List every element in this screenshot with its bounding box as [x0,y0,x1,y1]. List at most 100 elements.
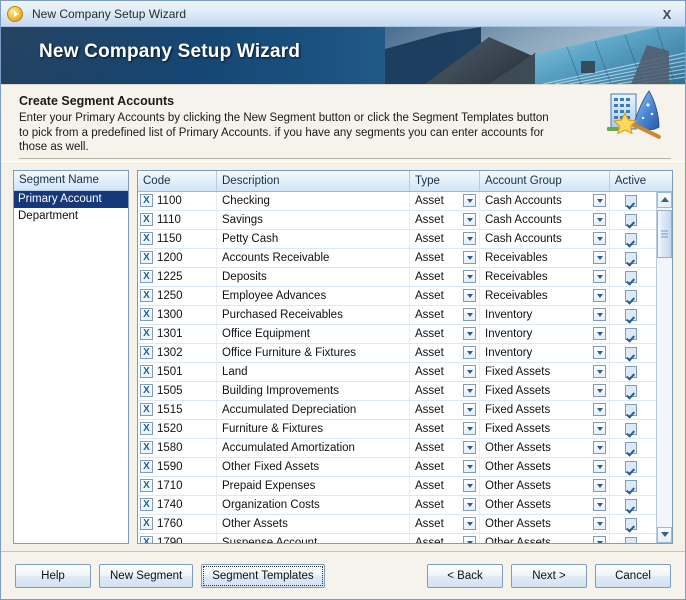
cell-description[interactable]: Purchased Receivables [217,305,410,324]
column-header-account-group[interactable]: Account Group [480,170,610,191]
cell-description[interactable]: Furniture & Fixtures [217,419,410,438]
active-checkbox[interactable] [624,441,637,454]
delete-row-icon[interactable]: X [140,441,153,454]
cell-description[interactable]: Checking [217,191,410,210]
grid-vertical-scrollbar[interactable] [656,191,672,543]
delete-row-icon[interactable]: X [140,536,153,543]
next-button[interactable]: Next > [511,563,587,588]
chevron-down-icon[interactable] [463,498,476,511]
chevron-down-icon[interactable] [463,403,476,416]
chevron-down-icon[interactable] [593,270,606,283]
active-checkbox[interactable] [624,403,637,416]
scrollbar-track[interactable] [657,208,672,527]
active-checkbox[interactable] [624,384,637,397]
chevron-down-icon[interactable] [593,232,606,245]
chevron-down-icon[interactable] [593,289,606,302]
new-segment-button[interactable]: New Segment [99,563,194,588]
column-header-description[interactable]: Description [217,170,410,191]
segment-list-item[interactable]: Department [14,208,128,225]
active-checkbox[interactable] [624,251,637,264]
cell-description[interactable]: Accumulated Amortization [217,438,410,457]
table-row[interactable]: X 1301 Office Equipment Asset Inventory [138,324,656,344]
scroll-up-icon[interactable] [657,191,672,208]
delete-row-icon[interactable]: X [140,460,153,473]
delete-row-icon[interactable]: X [140,251,153,264]
table-row[interactable]: X 1110 Savings Asset Cash Accounts [138,210,656,230]
delete-row-icon[interactable]: X [140,479,153,492]
cell-description[interactable]: Savings [217,210,410,229]
chevron-down-icon[interactable] [463,308,476,321]
chevron-down-icon[interactable] [593,213,606,226]
delete-row-icon[interactable]: X [140,498,153,511]
active-checkbox[interactable] [624,327,637,340]
chevron-down-icon[interactable] [593,536,606,543]
active-checkbox[interactable] [624,232,637,245]
chevron-down-icon[interactable] [593,479,606,492]
cell-description[interactable]: Suspense Account [217,533,410,543]
chevron-down-icon[interactable] [463,289,476,302]
active-checkbox[interactable] [624,308,637,321]
chevron-down-icon[interactable] [463,213,476,226]
cell-description[interactable]: Land [217,362,410,381]
cell-description[interactable]: Employee Advances [217,286,410,305]
table-row[interactable]: X 1200 Accounts Receivable Asset Receivables [138,248,656,268]
active-checkbox[interactable] [624,536,637,543]
chevron-down-icon[interactable] [463,479,476,492]
chevron-down-icon[interactable] [593,517,606,530]
chevron-down-icon[interactable] [463,422,476,435]
chevron-down-icon[interactable] [463,517,476,530]
active-checkbox[interactable] [624,289,637,302]
active-checkbox[interactable] [624,422,637,435]
table-row[interactable]: X 1302 Office Furniture & Fixtures Asset Inv… [138,343,656,363]
chevron-down-icon[interactable] [593,251,606,264]
delete-row-icon[interactable]: X [140,384,153,397]
cell-description[interactable]: Prepaid Expenses [217,476,410,495]
cell-description[interactable]: Accumulated Depreciation [217,400,410,419]
delete-row-icon[interactable]: X [140,232,153,245]
table-row[interactable]: X 1590 Other Fixed Assets Asset Other Assets [138,457,656,477]
help-button[interactable]: Help [15,563,91,588]
chevron-down-icon[interactable] [463,441,476,454]
scrollbar-thumb[interactable] [657,209,672,258]
segment-list-item[interactable]: Primary Account [14,190,128,208]
table-row[interactable]: X 1501 Land Asset Fixed Assets [138,362,656,382]
table-row[interactable]: X 1100 Checking Asset Cash Accounts [138,191,656,211]
active-checkbox[interactable] [624,365,637,378]
cell-description[interactable]: Accounts Receivable [217,248,410,267]
chevron-down-icon[interactable] [593,498,606,511]
delete-row-icon[interactable]: X [140,517,153,530]
cell-description[interactable]: Office Furniture & Fixtures [217,343,410,362]
active-checkbox[interactable] [624,460,637,473]
active-checkbox[interactable] [624,498,637,511]
table-row[interactable]: X 1790 Suspense Account Asset Other Assets [138,533,656,543]
delete-row-icon[interactable]: X [140,365,153,378]
table-row[interactable]: X 1300 Purchased Receivables Asset Inventory [138,305,656,325]
back-button[interactable]: < Back [427,563,503,588]
chevron-down-icon[interactable] [593,327,606,340]
delete-row-icon[interactable]: X [140,346,153,359]
chevron-down-icon[interactable] [463,194,476,207]
scroll-down-icon[interactable] [657,526,672,543]
column-header-code[interactable]: Code [138,170,217,191]
delete-row-icon[interactable]: X [140,308,153,321]
chevron-down-icon[interactable] [463,460,476,473]
chevron-down-icon[interactable] [463,365,476,378]
cancel-button[interactable]: Cancel [595,563,671,588]
delete-row-icon[interactable]: X [140,403,153,416]
segment-name-list[interactable]: Primary Account Department [14,190,128,543]
chevron-down-icon[interactable] [593,346,606,359]
cell-description[interactable]: Building Improvements [217,381,410,400]
chevron-down-icon[interactable] [463,384,476,397]
delete-row-icon[interactable]: X [140,213,153,226]
chevron-down-icon[interactable] [463,270,476,283]
chevron-down-icon[interactable] [593,422,606,435]
table-row[interactable]: X 1505 Building Improvements Asset Fixed Ass… [138,381,656,401]
active-checkbox[interactable] [624,479,637,492]
delete-row-icon[interactable]: X [140,327,153,340]
chevron-down-icon[interactable] [593,403,606,416]
delete-row-icon[interactable]: X [140,270,153,283]
table-row[interactable]: X 1740 Organization Costs Asset Other Assets [138,495,656,515]
table-row[interactable]: X 1150 Petty Cash Asset Cash Accounts [138,229,656,249]
table-row[interactable]: X 1520 Furniture & Fixtures Asset Fixed Asse… [138,419,656,439]
delete-row-icon[interactable]: X [140,194,153,207]
